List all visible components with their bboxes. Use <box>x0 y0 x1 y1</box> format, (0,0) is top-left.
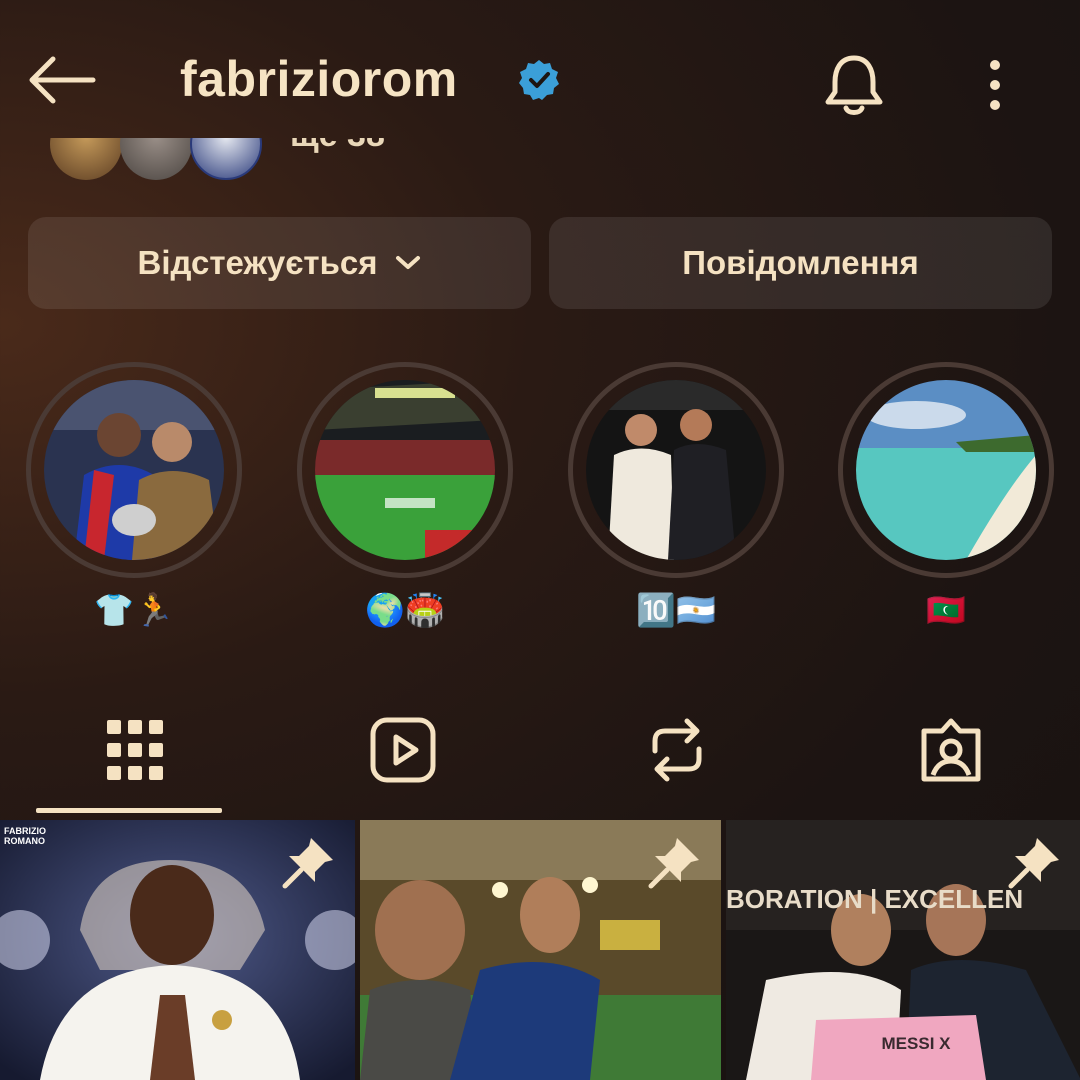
tab-posts[interactable] <box>0 690 270 810</box>
follower-avatar <box>50 138 122 180</box>
highlight-item[interactable]: 🔟🇦🇷 <box>568 362 784 630</box>
post-thumbnail[interactable]: FABRIZIO ROMANO <box>0 820 355 1080</box>
highlight-label: 🇲🇻 <box>926 591 966 629</box>
top-bar: fabriziorom <box>0 0 1080 160</box>
tagged-icon <box>921 718 981 782</box>
profile-tab-bar <box>0 690 1080 815</box>
follower-avatar <box>190 138 262 180</box>
highlight-label: 🌍🏟️ <box>365 591 445 629</box>
bell-icon <box>825 55 883 115</box>
back-button[interactable] <box>22 40 102 120</box>
grid-icon <box>107 720 163 780</box>
message-button[interactable]: Повідомлення <box>549 217 1052 309</box>
back-arrow-icon <box>29 56 96 104</box>
more-options-button[interactable] <box>960 45 1030 125</box>
highlight-ring <box>297 362 513 578</box>
followed-by-text: ще 38 <box>290 138 385 155</box>
notifications-button[interactable] <box>814 45 894 125</box>
post-thumbnail[interactable]: BORATION | EXCELLEN MESSI X <box>726 820 1080 1080</box>
active-tab-indicator <box>36 808 222 813</box>
highlight-item[interactable]: 🇲🇻 <box>838 362 1054 630</box>
tab-reposts[interactable] <box>542 690 812 810</box>
posts-grid: FABRIZIO ROMANO BORATION | EXCELLEN MESS… <box>0 820 1080 1080</box>
post-thumbnail[interactable] <box>360 820 721 1080</box>
verified-badge-icon <box>519 60 559 100</box>
highlight-ring <box>568 362 784 578</box>
highlight-cover <box>856 380 1036 560</box>
highlight-ring <box>838 362 1054 578</box>
profile-username: fabriziorom <box>180 51 458 107</box>
highlight-cover <box>44 380 224 560</box>
pin-icon <box>1008 838 1059 889</box>
tab-reels[interactable] <box>268 690 538 810</box>
reels-icon <box>370 717 436 783</box>
post-watermark: FABRIZIO ROMANO <box>4 826 46 846</box>
pin-icon <box>648 838 699 889</box>
highlight-ring <box>26 362 242 578</box>
post-shirt-text: MESSI X <box>881 1034 951 1053</box>
highlight-item[interactable]: 🌍🏟️ <box>297 362 513 630</box>
tab-tagged[interactable] <box>816 690 1080 810</box>
message-button-label: Повідомлення <box>682 244 919 281</box>
highlight-item[interactable]: 👕🏃 <box>26 362 242 630</box>
following-button-label: Відстежується <box>137 244 378 281</box>
following-button[interactable]: Відстежується <box>28 217 531 309</box>
more-vertical-icon <box>990 60 1000 110</box>
chevron-down-icon <box>395 255 421 271</box>
highlight-label: 👕🏃 <box>94 591 174 629</box>
highlight-cover <box>586 380 766 560</box>
highlight-label: 🔟🇦🇷 <box>636 591 716 629</box>
follower-avatar <box>120 138 192 180</box>
reposts-icon <box>652 718 702 782</box>
pin-icon <box>282 838 333 889</box>
highlight-cover <box>315 380 495 560</box>
followed-by-row[interactable]: ще 38 <box>40 138 540 182</box>
